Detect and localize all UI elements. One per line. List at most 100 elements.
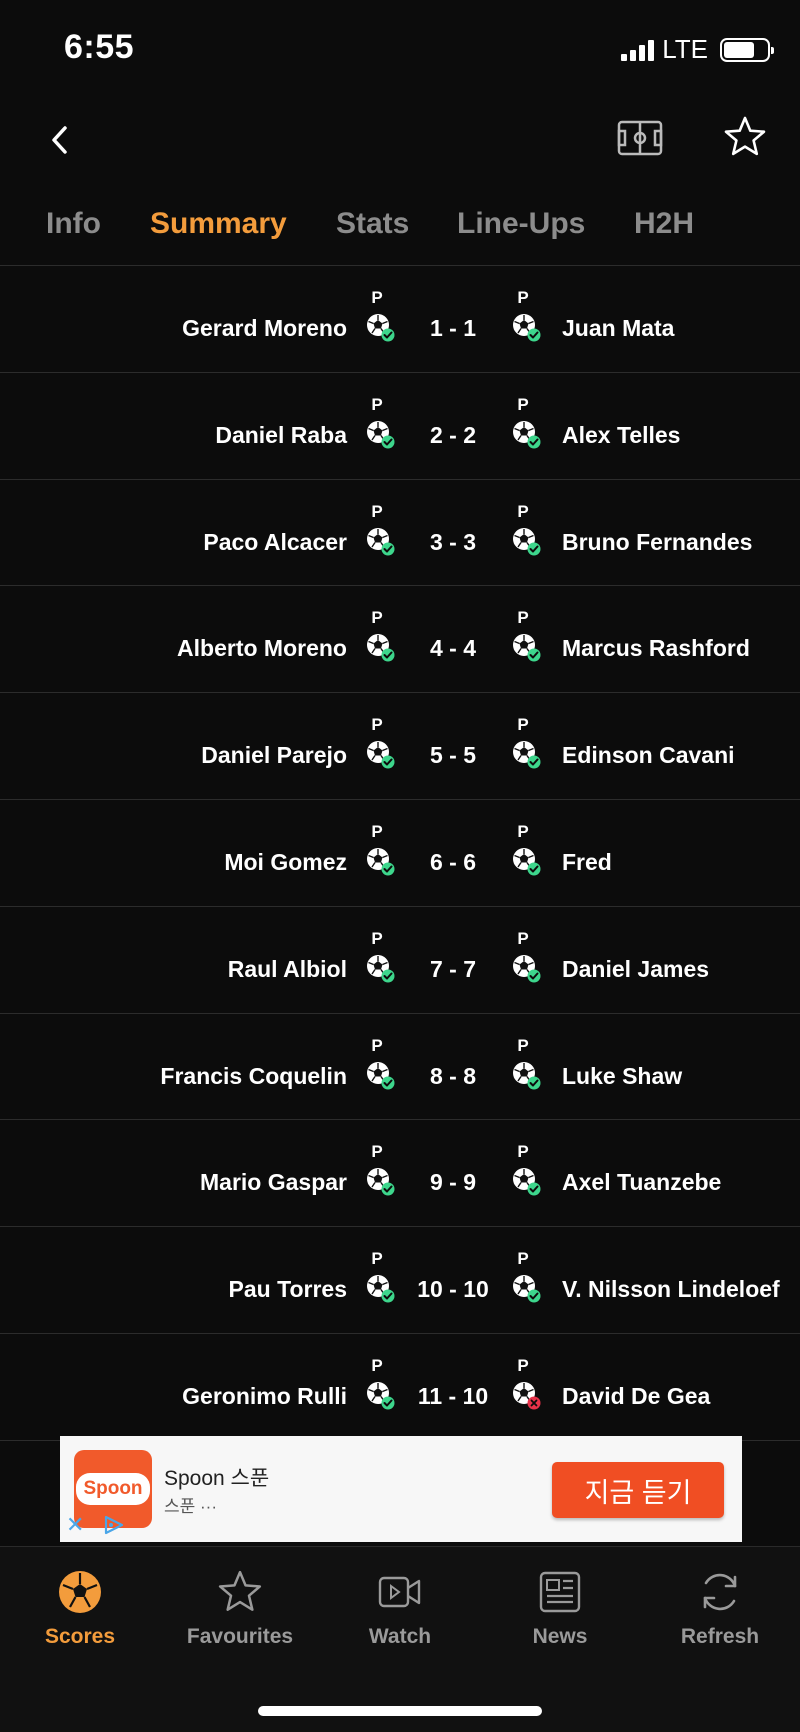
ad-banner[interactable]: Spoon Spoon 스푼 스푼 ··· 지금 듣기 ✕ xyxy=(60,1436,742,1542)
match-tabs: Info Summary Stats Line-Ups H2H xyxy=(0,195,800,253)
penalty-marker: P xyxy=(517,1035,529,1055)
penalty-marker: P xyxy=(517,608,529,628)
close-icon[interactable]: ✕ xyxy=(66,1514,84,1536)
penalty-row: Moi Gomez P 6 - 6 P Fred xyxy=(0,800,800,907)
penalty-marker: P xyxy=(517,394,529,414)
nav-news[interactable]: News xyxy=(490,1567,630,1649)
penalty-row: Daniel Raba P 2 - 2 P Alex Telles xyxy=(0,373,800,480)
penalty-marker: P xyxy=(371,1035,383,1055)
top-nav xyxy=(0,100,800,180)
away-penalty-indicator: P xyxy=(512,288,544,342)
shootout-score: 6 - 6 xyxy=(429,848,477,875)
penalty-marker: P xyxy=(371,928,383,948)
penalty-marker: P xyxy=(517,501,529,521)
away-penalty-indicator: P xyxy=(512,715,544,769)
away-player-name: Fred xyxy=(562,848,612,875)
adchoices-icon[interactable] xyxy=(102,1514,128,1536)
penalty-row: Mario Gaspar P 9 - 9 P Axel Tuanzebe xyxy=(0,1120,800,1228)
refresh-icon xyxy=(703,1573,737,1611)
shootout-score: 5 - 5 xyxy=(429,742,477,769)
video-icon xyxy=(378,1576,421,1608)
shootout-score: 10 - 10 xyxy=(417,1276,489,1303)
cell-signal-icon xyxy=(621,39,655,61)
penalty-row: Paco Alcacer P 3 - 3 P Bruno Fernandes xyxy=(0,480,800,587)
status-bar: 6:55 LTE xyxy=(0,0,800,100)
home-indicator[interactable] xyxy=(258,1706,542,1716)
nav-refresh-label: Refresh xyxy=(680,1625,760,1648)
home-player-name: Mario Gaspar xyxy=(200,1169,347,1196)
bottom-tab-bar: Scores Favourites Watch News Refresh xyxy=(0,1546,800,1732)
home-player-name: Gerard Moreno xyxy=(182,315,347,341)
away-player-name: Axel Tuanzebe xyxy=(562,1169,722,1196)
away-player-name: David De Gea xyxy=(562,1382,711,1409)
away-penalty-indicator: P xyxy=(512,1355,544,1410)
shootout-score: 9 - 9 xyxy=(429,1169,477,1196)
status-time: 6:55 xyxy=(64,28,135,66)
status-indicators: LTE xyxy=(621,34,774,65)
away-penalty-indicator: P xyxy=(512,501,544,556)
tab-summary[interactable]: Summary xyxy=(150,207,287,241)
nav-refresh[interactable]: Refresh xyxy=(650,1567,790,1649)
home-penalty-indicator: P xyxy=(366,715,398,769)
star-outline-icon xyxy=(724,116,766,156)
home-penalty-indicator: P xyxy=(366,288,398,342)
away-penalty-indicator: P xyxy=(512,1249,544,1303)
shootout-score: 3 - 3 xyxy=(429,528,477,555)
tab-h2h[interactable]: H2H xyxy=(634,207,694,241)
penalty-marker: P xyxy=(371,821,383,841)
nav-favourites-label: Favourites xyxy=(186,1625,294,1648)
ad-cta-button[interactable]: 지금 듣기 xyxy=(552,1462,724,1518)
pitch-view-button[interactable] xyxy=(614,114,666,162)
home-penalty-indicator: P xyxy=(366,394,398,449)
away-player-name: Luke Shaw xyxy=(562,1062,683,1089)
away-player-name: Bruno Fernandes xyxy=(562,528,753,555)
tab-info[interactable]: Info xyxy=(46,207,101,241)
away-player-name: Daniel James xyxy=(562,955,710,982)
penalty-marker: P xyxy=(517,1355,529,1375)
shootout-score: 8 - 8 xyxy=(429,1062,477,1089)
star-outline-icon xyxy=(218,1570,262,1611)
penalty-marker: P xyxy=(371,715,383,735)
shootout-score: 7 - 7 xyxy=(429,955,477,982)
penalty-row: Daniel Parejo P 5 - 5 P Edinson Cavani xyxy=(0,693,800,800)
home-penalty-indicator: P xyxy=(366,502,398,556)
home-penalty-indicator: P xyxy=(366,928,398,983)
away-penalty-indicator: P xyxy=(512,929,544,983)
home-player-name: Raul Albiol xyxy=(227,955,347,982)
home-penalty-indicator: P xyxy=(366,1249,398,1303)
away-penalty-indicator: P xyxy=(512,822,544,876)
home-player-name: Pau Torres xyxy=(228,1276,347,1303)
shootout-score: 4 - 4 xyxy=(429,635,477,662)
favourite-button[interactable] xyxy=(720,112,770,162)
home-player-name: Moi Gomez xyxy=(224,848,347,875)
tab-stats[interactable]: Stats xyxy=(336,207,409,241)
nav-watch-label: Watch xyxy=(368,1625,432,1648)
ad-subtitle: 스푼 ··· xyxy=(164,1497,217,1516)
tab-line-ups[interactable]: Line-Ups xyxy=(457,207,585,241)
away-player-name: Marcus Rashford xyxy=(562,635,750,662)
nav-watch[interactable]: Watch xyxy=(330,1567,470,1649)
home-player-name: Daniel Raba xyxy=(215,421,347,448)
penalty-shootout-list: Gerard Moreno P 1 - 1 P Juan Mata Daniel Raba… xyxy=(0,265,800,1441)
home-penalty-indicator: P xyxy=(366,608,398,662)
away-penalty-indicator: P xyxy=(512,394,544,449)
back-button[interactable] xyxy=(38,118,82,162)
penalty-marker: P xyxy=(517,288,529,307)
home-penalty-indicator: P xyxy=(366,1035,398,1090)
penalty-row: Pau Torres P 10 - 10 P V. Nilsson Lindeloef xyxy=(0,1227,800,1334)
away-player-name: Juan Mata xyxy=(562,315,675,341)
home-player-name: Daniel Parejo xyxy=(201,742,347,769)
chevron-left-icon xyxy=(52,126,67,154)
penalty-marker: P xyxy=(371,1249,383,1269)
ad-logo-text: Spoon xyxy=(76,1473,150,1505)
penalty-marker: P xyxy=(517,1142,529,1162)
nav-scores[interactable]: Scores xyxy=(10,1567,150,1649)
away-penalty-indicator: P xyxy=(512,1035,544,1090)
penalty-marker: P xyxy=(371,1355,383,1375)
penalty-row: Francis Coquelin P 8 - 8 P Luke Shaw xyxy=(0,1014,800,1121)
nav-favourites[interactable]: Favourites xyxy=(170,1567,310,1649)
home-penalty-indicator: P xyxy=(366,1142,398,1196)
penalty-marker: P xyxy=(371,394,383,414)
away-player-name: V. Nilsson Lindeloef xyxy=(562,1276,780,1303)
penalty-row: Geronimo Rulli P 11 - 10 P David De Gea xyxy=(0,1334,800,1441)
